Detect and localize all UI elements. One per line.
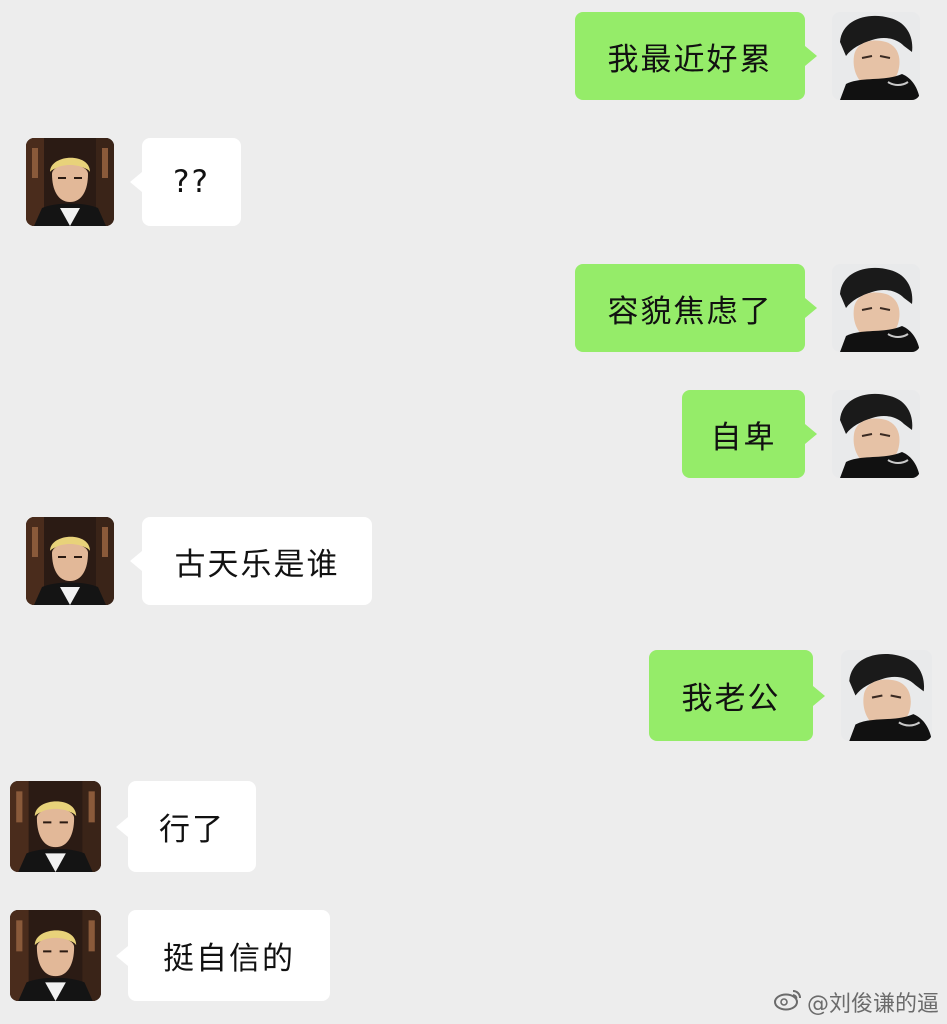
bubble-tail	[805, 46, 817, 66]
watermark: @刘俊谦的逼	[773, 986, 939, 1018]
bubble-tail	[130, 172, 142, 192]
avatar-contact[interactable]	[26, 517, 114, 605]
bubble-tail	[116, 817, 128, 837]
message-bubble-received[interactable]: ??	[142, 138, 241, 226]
message-row-sent: 自卑	[0, 378, 947, 488]
message-text: 我老公	[681, 681, 781, 717]
message-row-sent: 容貌焦虑了	[0, 252, 947, 362]
message-bubble-received[interactable]: 挺自信的	[128, 910, 330, 1001]
message-text: 容貌焦虑了	[607, 293, 773, 330]
message-bubble-sent[interactable]: 我最近好累	[575, 12, 805, 100]
avatar-contact[interactable]	[10, 781, 101, 872]
message-row-received: 行了	[0, 769, 947, 879]
message-bubble-sent[interactable]: 我老公	[649, 650, 813, 741]
message-row-received: 古天乐是谁	[0, 505, 947, 615]
watermark-text: @刘俊谦的逼	[806, 992, 939, 1017]
message-text: ??	[173, 164, 210, 200]
message-bubble-sent[interactable]: 容貌焦虑了	[575, 264, 805, 352]
bubble-tail	[805, 298, 817, 318]
message-row-received: ??	[0, 126, 947, 236]
avatar-self[interactable]	[832, 390, 920, 478]
message-bubble-received[interactable]: 行了	[128, 781, 256, 872]
bubble-tail	[805, 424, 817, 444]
message-row-sent: 我最近好累	[0, 0, 947, 110]
avatar-self[interactable]	[832, 264, 920, 352]
weibo-icon	[773, 987, 803, 1017]
avatar-contact[interactable]	[10, 910, 101, 1001]
message-text: 行了	[159, 812, 225, 848]
bubble-tail	[116, 946, 128, 966]
message-bubble-received[interactable]: 古天乐是谁	[142, 517, 372, 605]
message-row-sent: 我老公	[0, 638, 947, 748]
avatar-contact[interactable]	[26, 138, 114, 226]
message-text: 古天乐是谁	[174, 546, 340, 583]
message-bubble-sent[interactable]: 自卑	[682, 390, 805, 478]
message-text: 自卑	[710, 419, 777, 456]
avatar-self[interactable]	[832, 12, 920, 100]
message-text: 挺自信的	[163, 941, 295, 977]
bubble-tail	[130, 551, 142, 571]
message-text: 我最近好累	[607, 41, 773, 78]
avatar-self[interactable]	[841, 650, 932, 741]
bubble-tail	[813, 686, 825, 706]
